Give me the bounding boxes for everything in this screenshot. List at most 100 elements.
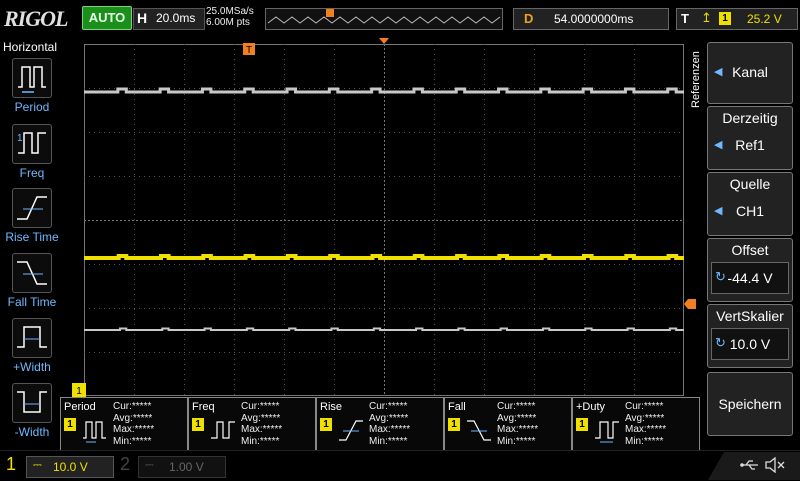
measurement-max: Max:***** (625, 424, 667, 435)
trigger-box[interactable]: T ↥ 1 25.2 V (676, 8, 798, 30)
measurement-name: Period (64, 401, 96, 413)
timebase-box[interactable]: H 20.0ms (133, 8, 205, 30)
fall-time-label: Fall Time (7, 295, 57, 309)
measurement-name: +Duty (576, 401, 606, 413)
measure-freq-button[interactable]: 1 Freq (4, 124, 60, 180)
measurement-freq[interactable]: Freq 1 Cur:***** Avg:***** Max:***** Min… (188, 397, 316, 452)
trigger-level-marker[interactable] (684, 299, 696, 309)
measurement-max: Max:***** (113, 424, 155, 435)
positive-width-label: +Width (13, 360, 51, 374)
kanal-value: ◀ Kanal (711, 57, 789, 87)
channel-2-scale-box[interactable]: ⎓ 1.00 V (138, 456, 226, 478)
memory-depth: 6.00M pts (206, 17, 250, 28)
measurement-fall[interactable]: Fall 1 Cur:***** Avg:***** Max:***** Min… (444, 397, 572, 452)
rising-edge-icon: ↥ (701, 10, 712, 25)
negative-width-label: -Width (14, 425, 50, 439)
measure-period-button[interactable]: Period (4, 58, 60, 114)
derzeitig-title: Derzeitig (722, 110, 778, 126)
trigger-label: T (681, 11, 689, 26)
channel-1-waveform (84, 254, 684, 260)
left-arrow-icon: ◀ (714, 139, 723, 151)
speichern-label: Speichern (718, 396, 782, 412)
memory-overview (265, 8, 503, 30)
measurement-period[interactable]: Period 1 Cur:***** Avg:***** Max:***** M… (60, 397, 188, 452)
measurement-max: Max:***** (497, 424, 539, 435)
frequency-icon: 1 (12, 124, 52, 164)
measurement-channel: 1 (192, 418, 204, 431)
measure-positive-width-button[interactable]: +Width (4, 318, 60, 374)
timebase-value: 20.0ms (156, 11, 196, 25)
delay-value: 54.0000000ms (554, 12, 634, 26)
frequency-icon (211, 421, 235, 439)
sample-rate: 25.0MSa/s (206, 6, 254, 17)
vertskalier-value: ↻ 10.0 V (711, 328, 789, 360)
rise-time-label: Rise Time (5, 230, 59, 244)
left-arrow-icon: ◀ (714, 66, 723, 78)
measurement-avg: Avg:***** (625, 412, 665, 424)
measurement-avg: Avg:***** (113, 412, 153, 424)
measure-rise-time-button[interactable]: Rise Time (4, 188, 60, 244)
svg-text:T: T (246, 45, 252, 56)
measurement-min: Min:***** (625, 435, 664, 447)
fall-time-icon (467, 420, 491, 441)
negative-width-icon (12, 383, 52, 423)
rotary-knob-icon: ↻ (715, 335, 726, 350)
channel-2-number[interactable]: 2 (120, 454, 130, 475)
measurement-name: Freq (192, 401, 215, 413)
speaker-muted-icon[interactable] (764, 457, 786, 473)
timebase-label: H (137, 10, 148, 26)
waveform-grid (84, 44, 684, 396)
waveform-display[interactable] (84, 44, 684, 396)
derzeitig-value: ◀ Ref1 (711, 130, 789, 160)
measure-negative-width-button[interactable]: -Width (4, 383, 60, 439)
usb-icon (740, 460, 758, 470)
measure-panel-title: Horizontal (2, 40, 58, 54)
quelle-value: ◀ CH1 (711, 196, 789, 226)
measurement-min: Min:***** (369, 435, 408, 447)
channel-1-scale: 10.0 V (53, 460, 88, 474)
acquisition-info: 25.0MSa/s 6.00M pts (206, 6, 254, 28)
rise-time-icon (12, 188, 52, 228)
measurement-avg: Avg:***** (369, 412, 409, 424)
speichern-menu-button[interactable]: Speichern (707, 372, 793, 436)
delay-label: D (524, 11, 534, 26)
measurement-name: Fall (448, 401, 466, 413)
measurement-rise[interactable]: Rise 1 Cur:***** Avg:***** Max:***** Min… (316, 397, 444, 452)
offset-title: Offset (731, 242, 769, 258)
measurement-name: Rise (320, 401, 343, 413)
memory-trigger-marker (326, 9, 334, 17)
offset-value: ↻ -44.4 V (711, 262, 789, 294)
svg-text:1: 1 (17, 133, 23, 144)
measurement-channel: 1 (320, 418, 332, 431)
run-mode-button[interactable]: AUTO (82, 6, 132, 30)
trigger-channel: 1 (719, 12, 731, 25)
menu-side-label: Referenzen (690, 51, 702, 108)
measurement-cur: Cur:***** (497, 401, 536, 412)
svg-text:1: 1 (76, 386, 82, 397)
positive-duty-icon (595, 421, 619, 443)
measurement-channel: 1 (64, 418, 76, 431)
measurement-avg: Avg:***** (241, 412, 281, 424)
memory-overview-wave (267, 9, 501, 24)
rotary-knob-icon: ↻ (715, 269, 726, 284)
rise-time-icon (339, 420, 363, 441)
kanal-menu-button[interactable]: ◀ Kanal (707, 42, 793, 104)
measurement-cur: Cur:***** (241, 401, 280, 412)
channel-1-scale-box[interactable]: ⎓ 10.0 V (26, 456, 114, 478)
measurement-avg: Avg:***** (497, 412, 537, 424)
measurement-min: Min:***** (497, 435, 536, 447)
channel-2-scale: 1.00 V (169, 460, 204, 474)
derzeitig-menu-button[interactable]: Derzeitig ◀ Ref1 (707, 106, 793, 170)
quelle-title: Quelle (729, 176, 771, 192)
quelle-menu-button[interactable]: Quelle ◀ CH1 (707, 172, 793, 236)
channel-1-number[interactable]: 1 (6, 454, 16, 475)
measurement-positive-duty[interactable]: +Duty 1 Cur:***** Avg:***** Max:***** Mi… (572, 397, 700, 452)
measurement-cur: Cur:***** (113, 401, 152, 412)
trigger-position-marker[interactable]: T (243, 43, 257, 57)
offset-menu-button[interactable]: Offset ↻ -44.4 V (707, 238, 793, 302)
measurement-cur: Cur:***** (625, 401, 664, 412)
delay-box[interactable]: D 54.0000000ms (513, 8, 669, 30)
channel-1-ground-marker[interactable]: 1 (72, 383, 86, 397)
vertskalier-menu-button[interactable]: VertSkalier ↻ 10.0 V (707, 304, 793, 368)
measure-fall-time-button[interactable]: Fall Time (4, 253, 60, 309)
